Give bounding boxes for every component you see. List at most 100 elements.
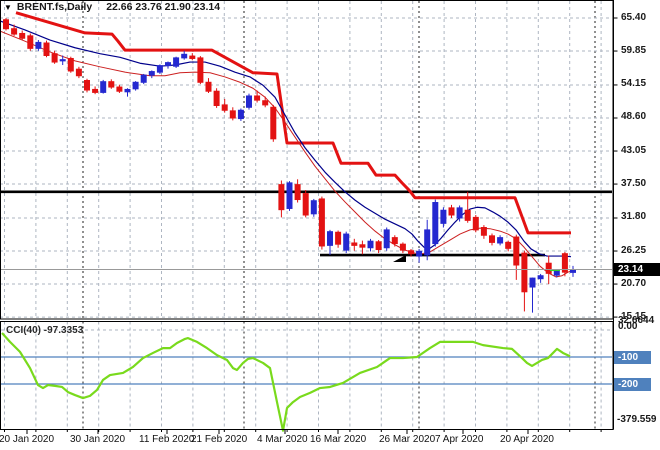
- candle-body: [35, 41, 42, 49]
- candle-body: [537, 275, 544, 280]
- candle-body: [286, 182, 293, 209]
- candle-body: [408, 250, 414, 255]
- candle-body: [189, 55, 196, 59]
- chart-ohlc-values: 22.66 23.76 21.90 23.14: [106, 1, 221, 13]
- candle-body: [19, 32, 26, 39]
- trading-chart-window: ▼ BRENT.fs,Daily 22.66 23.76 21.90 23.14…: [0, 0, 660, 450]
- candle-body: [553, 270, 560, 276]
- candle-body: [343, 233, 350, 251]
- candle-body: [124, 88, 131, 93]
- candle-body: [197, 57, 204, 83]
- candle-body: [278, 184, 285, 211]
- price-axis-label[interactable]: 20.70: [621, 278, 646, 289]
- candle-body: [545, 262, 552, 274]
- date-axis-label[interactable]: 30 Jan 2020: [70, 434, 125, 445]
- candle-body: [3, 19, 9, 30]
- date-axis-label[interactable]: 20 Apr 2020: [500, 434, 554, 445]
- candle-body: [43, 42, 50, 56]
- price-axis-label[interactable]: 26.25: [621, 245, 646, 256]
- candle-body: [513, 236, 520, 266]
- price-axis-label[interactable]: 54.15: [621, 78, 646, 89]
- price-axis-label[interactable]: 59.85: [621, 45, 646, 56]
- candle-body: [27, 35, 34, 49]
- main-panel-border: [0, 0, 614, 320]
- candle-body: [416, 250, 423, 257]
- candle-body: [59, 59, 66, 62]
- candle-body: [100, 81, 107, 93]
- candle-body: [318, 198, 325, 247]
- date-axis-label[interactable]: 21 Feb 2020: [191, 434, 247, 445]
- candle-body: [359, 244, 366, 248]
- candle-body: [108, 81, 115, 88]
- candle-body: [424, 229, 431, 256]
- candle-body: [432, 202, 439, 245]
- candle-body: [92, 88, 99, 93]
- date-axis-label[interactable]: 16 Mar 2020: [310, 434, 366, 445]
- candle-body: [181, 53, 188, 59]
- candle-body: [116, 86, 123, 92]
- chart-symbol-period: BRENT.fs,Daily: [16, 1, 93, 13]
- symbol-dropdown-icon[interactable]: ▼: [4, 3, 12, 12]
- candle-body: [505, 241, 512, 249]
- chart-title-bar: ▼ BRENT.fs,Daily 22.66 23.76 21.90 23.14: [4, 1, 220, 13]
- candle-body: [132, 81, 139, 90]
- candle-body: [375, 241, 382, 251]
- candle-body: [521, 252, 528, 293]
- candle-body: [254, 95, 261, 101]
- candle-body: [335, 231, 342, 245]
- price-axis-label[interactable]: 65.40: [621, 12, 646, 23]
- current-price-tag: 23.14: [614, 263, 660, 277]
- candle-body: [464, 209, 471, 221]
- candle-body: [367, 240, 374, 249]
- candle-body: [302, 193, 309, 216]
- indicator-label: CCI(40) -97.3353: [6, 325, 84, 336]
- candle-body: [399, 243, 406, 251]
- candle-body: [448, 207, 455, 216]
- candle-body: [327, 231, 333, 246]
- candle-body: [497, 237, 504, 244]
- price-axis-label[interactable]: 43.05: [621, 145, 646, 156]
- candle-body: [205, 81, 212, 92]
- candle-body: [246, 95, 252, 108]
- candle-body: [140, 74, 147, 83]
- candle-body: [156, 65, 163, 73]
- indicator-panel-border: [0, 321, 614, 430]
- cci-scale-min-label: -379.559: [617, 414, 657, 425]
- cci-level-tag: -200: [614, 377, 651, 391]
- candle-body: [75, 68, 82, 77]
- date-axis-label[interactable]: 11 Feb 2020: [139, 434, 194, 445]
- price-axis-label[interactable]: 15.15: [621, 311, 646, 322]
- candle-body: [480, 227, 487, 236]
- trailing-stop-line: [15, 11, 571, 235]
- candle-body: [67, 57, 74, 72]
- candle-body: [148, 71, 155, 76]
- candle-body: [165, 62, 171, 67]
- candle-body: [221, 104, 228, 111]
- price-axis-label[interactable]: 48.60: [621, 111, 646, 122]
- candle-body: [310, 200, 317, 215]
- candle-body: [472, 216, 479, 231]
- price-axis-label[interactable]: 37.50: [621, 178, 646, 189]
- candle-body: [270, 106, 277, 140]
- candle-body: [383, 229, 390, 249]
- candle-body: [173, 57, 180, 67]
- candle-body: [440, 209, 447, 224]
- cci-indicator-line: [1, 332, 571, 432]
- date-axis-label[interactable]: 7 Apr 2020: [435, 434, 483, 445]
- candle-body: [529, 277, 536, 288]
- candle-body: [294, 184, 301, 201]
- cci-level-tag: -100: [614, 350, 651, 364]
- candle-body: [391, 237, 398, 245]
- date-axis-label[interactable]: 4 Mar 2020: [257, 434, 308, 445]
- candle-body: [456, 207, 463, 219]
- cci-zero-label: 0.00: [618, 321, 638, 332]
- candle-body: [489, 235, 495, 243]
- date-axis-label[interactable]: 20 Jan 2020: [0, 434, 54, 445]
- price-axis-label[interactable]: 31.80: [621, 211, 646, 222]
- date-axis-label[interactable]: 26 Mar 2020: [379, 434, 435, 445]
- candle-body: [213, 90, 220, 106]
- candle-body: [237, 109, 244, 120]
- chart-canvas[interactable]: [0, 0, 660, 450]
- candle-body: [229, 110, 236, 119]
- candle-body: [262, 100, 269, 106]
